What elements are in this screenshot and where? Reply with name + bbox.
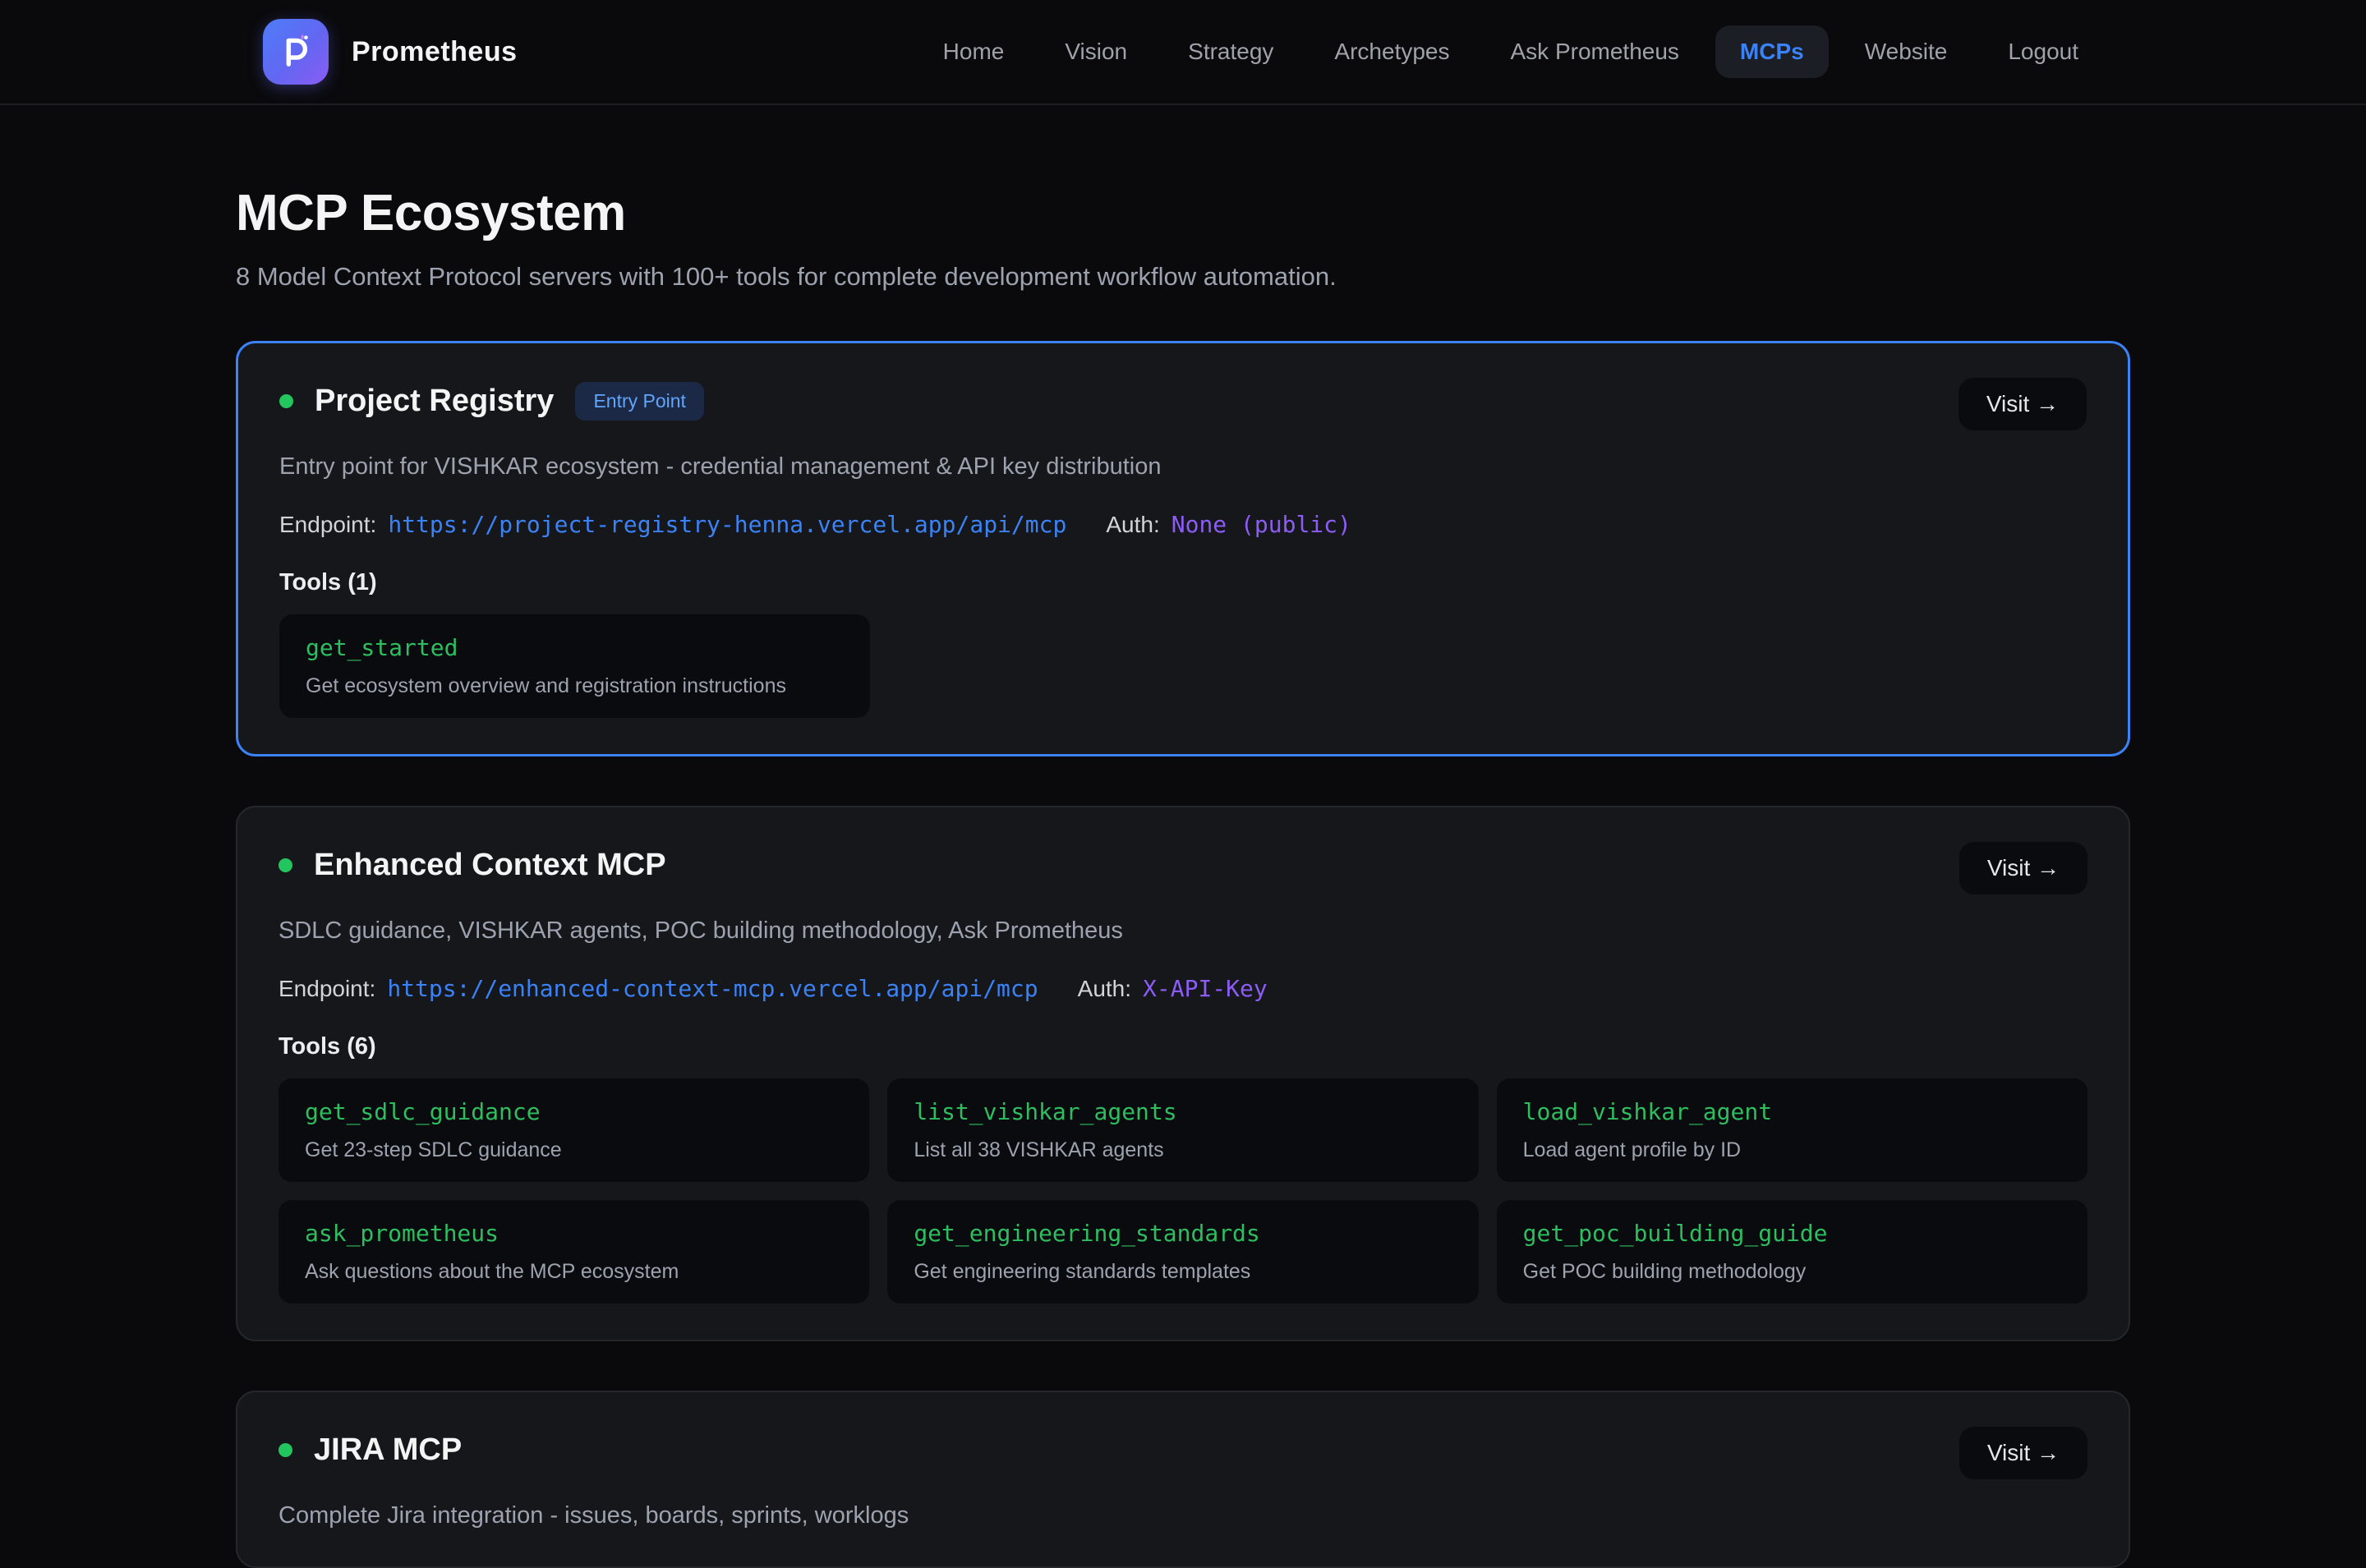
tools-count-label: Tools (1) [279, 568, 2087, 596]
tool-name: get_engineering_standards [914, 1220, 1452, 1248]
top-navigation: Prometheus HomeVisionStrategyArchetypesA… [0, 0, 2366, 105]
tool-name: get_poc_building_guide [1523, 1220, 2061, 1248]
nav-item-archetypes[interactable]: Archetypes [1310, 25, 1474, 78]
status-dot-icon [279, 394, 293, 408]
status-dot-icon [278, 1443, 292, 1457]
card-header: Enhanced Context MCP Visit → [278, 842, 2088, 894]
tool-name: get_started [306, 634, 844, 662]
mcp-server-card: Enhanced Context MCP Visit → SDLC guidance… [236, 806, 2130, 1341]
tools-grid: get_started Get ecosystem overview and re… [279, 614, 2087, 718]
nav-item-vision[interactable]: Vision [1040, 25, 1152, 78]
auth-label: Auth: [1078, 975, 1131, 1003]
tool-card: load_vishkar_agent Load agent profile by … [1497, 1078, 2088, 1182]
main-content: MCP Ecosystem 8 Model Context Protocol s… [236, 184, 2130, 1568]
auth-value: X-API-Key [1143, 975, 1268, 1003]
tool-card: get_started Get ecosystem overview and re… [279, 614, 870, 718]
visit-button[interactable]: Visit → [1959, 1427, 2088, 1479]
brand[interactable]: Prometheus [263, 19, 518, 85]
nav-item-strategy[interactable]: Strategy [1163, 25, 1298, 78]
nav-item-logout[interactable]: Logout [1983, 25, 2103, 78]
tool-card: get_poc_building_guide Get POC building m… [1497, 1200, 2088, 1304]
endpoint-url: https://enhanced-context-mcp.vercel.app/… [387, 975, 1038, 1003]
mcp-server-card: JIRA MCP Visit → Complete Jira integration… [236, 1391, 2130, 1568]
server-name: Project Registry [315, 381, 554, 421]
tool-description: Get ecosystem overview and registration … [306, 674, 844, 698]
tool-name: load_vishkar_agent [1523, 1098, 2061, 1126]
card-title-group: Project Registry Entry Point [279, 378, 704, 424]
tool-card: ask_prometheus Ask questions about the MC… [278, 1200, 869, 1304]
endpoint-url: https://project-registry-henna.vercel.ap… [388, 511, 1066, 539]
nav-item-home[interactable]: Home [918, 25, 1029, 78]
server-description: Complete Jira integration - issues, boar… [278, 1501, 2088, 1530]
card-header: Project Registry Entry Point Visit → [279, 378, 2087, 430]
tool-name: list_vishkar_agents [914, 1098, 1452, 1126]
server-description: SDLC guidance, VISHKAR agents, POC build… [278, 916, 2088, 945]
tool-description: Ask questions about the MCP ecosystem [305, 1259, 843, 1284]
nav-menu: HomeVisionStrategyArchetypesAsk Promethe… [918, 25, 2103, 78]
endpoint-label: Endpoint: [278, 975, 375, 1003]
tool-description: List all 38 VISHKAR agents [914, 1138, 1452, 1162]
tool-description: Get POC building methodology [1523, 1259, 2061, 1284]
server-name: Enhanced Context MCP [314, 845, 666, 885]
nav-item-ask-prometheus[interactable]: Ask Prometheus [1486, 25, 1704, 78]
page-subtitle: 8 Model Context Protocol servers with 10… [236, 262, 2130, 292]
card-title-group: Enhanced Context MCP [278, 842, 666, 888]
prometheus-logo-icon [263, 19, 329, 85]
auth-label: Auth: [1106, 511, 1159, 539]
tool-card: get_engineering_standards Get engineering… [887, 1200, 1478, 1304]
server-description: Entry point for VISHKAR ecosystem - cred… [279, 452, 2087, 481]
nav-item-website[interactable]: Website [1840, 25, 1972, 78]
tools-count-label: Tools (6) [278, 1032, 2088, 1060]
card-header: JIRA MCP Visit → [278, 1427, 2088, 1479]
tool-card: get_sdlc_guidance Get 23-step SDLC guidan… [278, 1078, 869, 1182]
status-dot-icon [278, 858, 292, 872]
endpoint-row: Endpoint: https://enhanced-context-mcp.ve… [278, 975, 2088, 1003]
tool-description: Get 23-step SDLC guidance [305, 1138, 843, 1162]
visit-button[interactable]: Visit → [1959, 842, 2088, 894]
server-name: JIRA MCP [314, 1430, 462, 1469]
tool-description: Load agent profile by ID [1523, 1138, 2061, 1162]
nav-inner: Prometheus HomeVisionStrategyArchetypesA… [263, 19, 2103, 85]
tool-name: ask_prometheus [305, 1220, 843, 1248]
endpoint-label: Endpoint: [279, 511, 376, 539]
mcp-server-card: Project Registry Entry Point Visit → Entry … [236, 341, 2130, 756]
auth-value: None (public) [1171, 511, 1351, 539]
brand-name: Prometheus [352, 36, 518, 68]
tools-grid: get_sdlc_guidance Get 23-step SDLC guidan… [278, 1078, 2088, 1304]
endpoint-row: Endpoint: https://project-registry-henna.… [279, 511, 2087, 539]
tool-description: Get engineering standards templates [914, 1259, 1452, 1284]
server-card-list: Project Registry Entry Point Visit → Entry … [236, 341, 2130, 1568]
card-title-group: JIRA MCP [278, 1427, 462, 1473]
entry-point-badge: Entry Point [575, 382, 704, 421]
tool-card: list_vishkar_agents List all 38 VISHKAR a… [887, 1078, 1478, 1182]
page-title: MCP Ecosystem [236, 184, 2130, 242]
nav-item-mcps[interactable]: MCPs [1715, 25, 1829, 78]
visit-button[interactable]: Visit → [1959, 378, 2087, 430]
tool-name: get_sdlc_guidance [305, 1098, 843, 1126]
